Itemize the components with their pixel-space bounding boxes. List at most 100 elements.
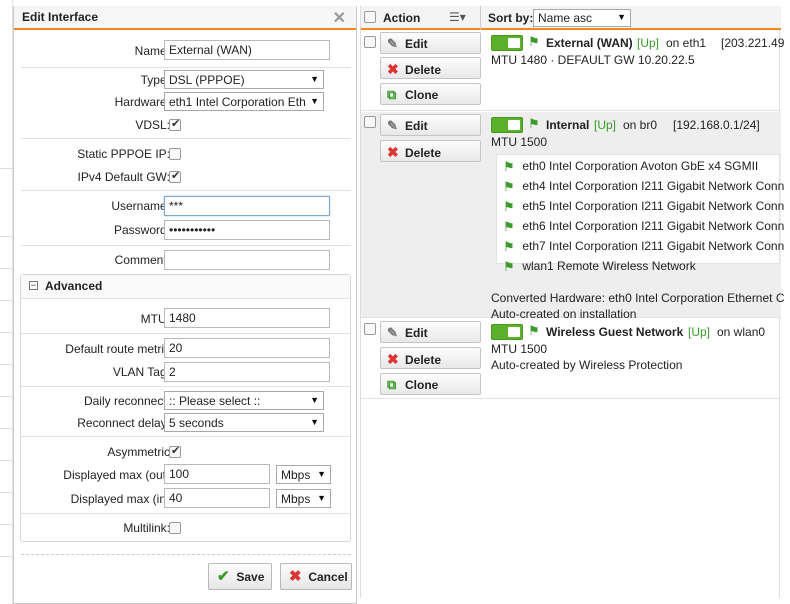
interface-name: Internal <box>546 118 590 132</box>
clone-button[interactable]: ⧉ Clone <box>380 373 481 395</box>
divider <box>21 386 351 387</box>
entry-checkbox[interactable] <box>364 116 376 128</box>
vdsl-checkbox[interactable] <box>169 117 181 131</box>
member-item: ⚑ eth6 Intel Corporation I211 Gigabit Ne… <box>503 219 784 233</box>
edit-button[interactable]: ✎ Edit <box>380 32 481 54</box>
divider <box>21 333 351 334</box>
collapse-icon[interactable]: − <box>29 281 38 290</box>
interface-name: Wireless Guest Network <box>546 325 684 339</box>
interface-device: on wlan0 <box>717 325 766 339</box>
save-button[interactable]: ✔ Save <box>208 563 272 590</box>
max-in-input[interactable]: 40 <box>164 488 270 508</box>
max-in-label: Displayed max (in) <box>70 492 170 506</box>
edit-button[interactable]: ✎ Edit <box>380 321 481 343</box>
divider <box>21 67 351 68</box>
mtu-input[interactable]: 1480 <box>164 308 330 328</box>
max-in-unit: Mbps <box>281 492 311 506</box>
chevron-down-icon: ▼ <box>310 74 319 84</box>
enable-toggle[interactable] <box>491 324 523 340</box>
sort-select[interactable]: Name asc ▼ <box>533 9 631 27</box>
flag-icon: ⚑ <box>503 199 515 214</box>
list-header: Action ☰▾ Sort by: Name asc ▼ <box>361 6 781 30</box>
sort-select-value: Name asc <box>538 11 593 25</box>
left-gutter <box>0 0 13 604</box>
cross-icon: ✖ <box>289 568 302 585</box>
sort-by-label: Sort by: <box>488 11 534 25</box>
interface-name: External (WAN) <box>546 36 633 50</box>
max-out-unit: Mbps <box>281 468 311 482</box>
delete-button[interactable]: ✖ Delete <box>380 57 481 79</box>
member-label: eth5 Intel Corporation I211 Gigabit Netw… <box>522 199 785 213</box>
entry-checkbox[interactable] <box>364 323 376 335</box>
entry-checkbox[interactable] <box>364 36 376 48</box>
daily-reconnect-select[interactable]: :: Please select :: ▼ <box>164 391 324 410</box>
dialog-title: Edit Interface <box>22 10 99 24</box>
list-options-icon[interactable]: ☰▾ <box>449 10 466 24</box>
type-select-value: DSL (PPPOE) <box>169 73 245 87</box>
clone-label: Clone <box>405 88 439 102</box>
flag-icon: ⚑ <box>528 34 540 49</box>
status-badge: [Up] <box>594 118 617 132</box>
multilink-label: Multilink: <box>123 521 170 535</box>
interface-details: MTU 1500 <box>491 342 548 356</box>
divider <box>21 513 351 514</box>
edit-label: Edit <box>405 119 428 133</box>
delete-button[interactable]: ✖ Delete <box>380 347 481 369</box>
metric-input[interactable]: 20 <box>164 338 330 358</box>
password-label: Password: <box>113 223 170 237</box>
max-out-unit-select[interactable]: Mbps ▼ <box>276 465 331 484</box>
static-pppoe-label: Static PPPOE IP: <box>77 147 170 161</box>
divider <box>21 190 351 191</box>
type-select[interactable]: DSL (PPPOE) ▼ <box>164 70 324 89</box>
ipv4-gw-checkbox[interactable] <box>169 169 181 183</box>
bridge-members-list: ⚑ eth0 Intel Corporation Avoton GbE x4 S… <box>496 154 784 273</box>
edit-icon: ✎ <box>387 36 398 51</box>
close-icon[interactable]: ✕ <box>333 8 346 28</box>
cancel-button[interactable]: ✖ Cancel <box>280 563 352 590</box>
flag-icon: ⚑ <box>528 116 540 131</box>
vlan-input[interactable]: 2 <box>164 362 330 382</box>
max-in-unit-select[interactable]: Mbps ▼ <box>276 489 331 508</box>
enable-toggle[interactable] <box>491 35 523 51</box>
vdsl-label: VDSL: <box>135 118 170 132</box>
max-out-label: Displayed max (out) <box>63 468 170 482</box>
clone-icon: ⧉ <box>387 87 397 102</box>
daily-reconnect-value: :: Please select :: <box>169 394 261 408</box>
chevron-down-icon: ▼ <box>310 417 319 427</box>
enable-toggle[interactable] <box>491 117 523 133</box>
flag-icon: ⚑ <box>528 323 540 338</box>
member-label: eth0 Intel Corporation Avoton GbE x4 SGM… <box>522 159 759 173</box>
reconnect-delay-label: Reconnect delay: <box>77 416 170 430</box>
member-label: wlan1 Remote Wireless Network <box>522 259 696 273</box>
name-input[interactable]: External (WAN) <box>164 40 330 60</box>
hardware-select-value: eth1 Intel Corporation Eth <box>169 95 306 109</box>
select-all-checkbox[interactable] <box>364 11 376 23</box>
max-out-input[interactable]: 100 <box>164 464 270 484</box>
flag-icon: ⚑ <box>503 259 515 274</box>
divider <box>21 245 351 246</box>
comment-input[interactable] <box>164 250 330 270</box>
password-input[interactable]: ••••••••••• <box>164 220 330 240</box>
vlan-label: VLAN Tag: <box>112 365 170 379</box>
flag-icon: ⚑ <box>503 159 515 174</box>
divider <box>21 554 351 555</box>
clone-button[interactable]: ⧉ Clone <box>380 83 481 105</box>
flag-icon: ⚑ <box>503 179 515 194</box>
status-badge: [Up] <box>688 325 711 339</box>
asymmetric-checkbox[interactable] <box>169 444 181 458</box>
hardware-select[interactable]: eth1 Intel Corporation Eth ▼ <box>164 92 324 111</box>
static-pppoe-checkbox[interactable] <box>169 148 181 160</box>
delete-icon: ✖ <box>387 351 399 367</box>
advanced-header[interactable]: − Advanced <box>21 275 350 299</box>
chevron-down-icon: ▼ <box>617 12 626 22</box>
delete-button[interactable]: ✖ Delete <box>380 140 481 162</box>
checkmark-icon: ✔ <box>217 568 230 585</box>
reconnect-delay-select[interactable]: 5 seconds ▼ <box>164 413 324 432</box>
interface-list-panel: Action ☰▾ Sort by: Name asc ▼ ✎ Edit ✖ Del… <box>360 6 785 598</box>
username-input[interactable]: *** <box>164 196 330 216</box>
interface-entry: ✎ Edit ✖ Delete ⚑ Internal [Up] on br0 [19… <box>361 112 785 321</box>
edit-button[interactable]: ✎ Edit <box>380 114 481 136</box>
multilink-checkbox[interactable] <box>169 522 181 534</box>
delete-label: Delete <box>405 63 442 77</box>
reconnect-delay-value: 5 seconds <box>169 416 224 430</box>
